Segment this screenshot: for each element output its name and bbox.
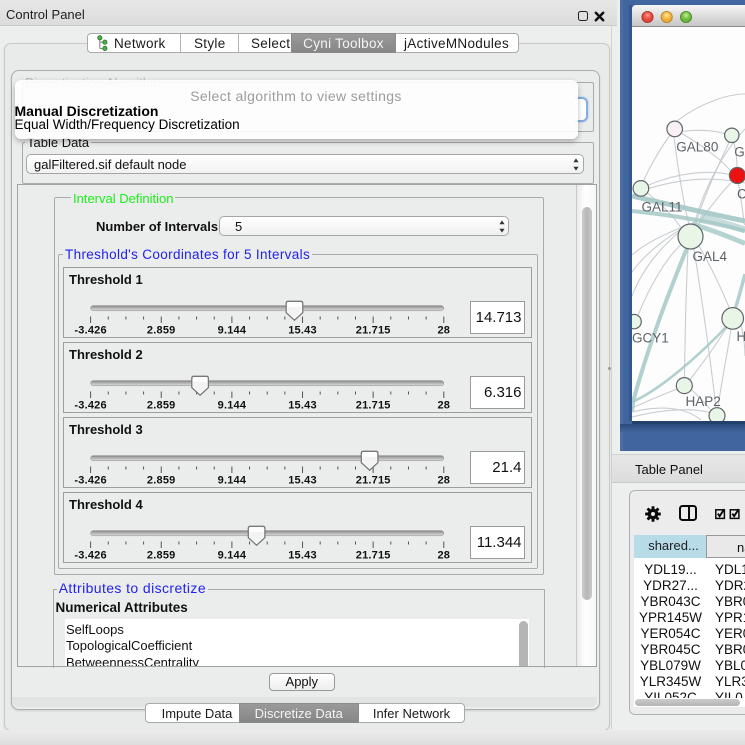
svg-text:HAP2: HAP2 (686, 394, 721, 409)
svg-text:2.859: 2.859 (147, 474, 176, 486)
svg-text:2.859: 2.859 (147, 324, 176, 336)
svg-text:-3.426: -3.426 (74, 324, 106, 336)
svg-text:GAL11: GAL11 (642, 200, 683, 215)
svg-text:21.715: 21.715 (356, 474, 391, 486)
svg-text:-3.426: -3.426 (74, 474, 106, 486)
svg-text:21.715: 21.715 (356, 549, 391, 561)
svg-text:15.43: 15.43 (288, 474, 317, 486)
svg-text:15.43: 15.43 (288, 549, 317, 561)
svg-text:9.144: 9.144 (218, 474, 247, 486)
svg-text:9.144: 9.144 (218, 399, 247, 411)
svg-text:GA: GA (734, 145, 745, 160)
svg-text:28: 28 (437, 324, 450, 336)
svg-text:21.715: 21.715 (356, 324, 391, 336)
svg-text:21.715: 21.715 (356, 399, 391, 411)
svg-text:15.43: 15.43 (288, 324, 317, 336)
svg-text:28: 28 (437, 399, 450, 411)
svg-text:15.43: 15.43 (288, 399, 317, 411)
svg-text:2.859: 2.859 (147, 549, 176, 561)
svg-text:-3.426: -3.426 (74, 549, 106, 561)
svg-text:GAL4: GAL4 (693, 249, 728, 264)
svg-text:28: 28 (437, 474, 450, 486)
svg-text:9.144: 9.144 (218, 324, 247, 336)
svg-text:C: C (737, 187, 745, 202)
svg-text:28: 28 (437, 549, 450, 561)
svg-text:H: H (737, 329, 745, 344)
svg-text:9.144: 9.144 (218, 549, 247, 561)
svg-text:GCY1: GCY1 (632, 331, 669, 346)
svg-text:-3.426: -3.426 (74, 399, 106, 411)
svg-text:GAL80: GAL80 (676, 140, 718, 155)
svg-text:2.859: 2.859 (147, 399, 176, 411)
